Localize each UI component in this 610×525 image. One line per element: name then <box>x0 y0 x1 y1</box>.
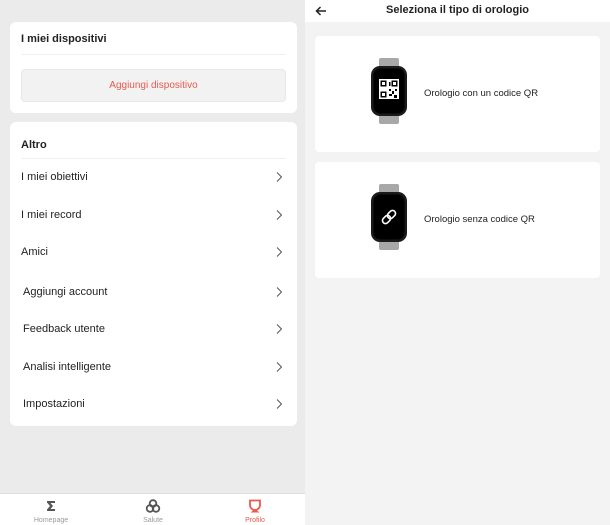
menu-item-goals[interactable]: I miei obiettivi <box>10 162 297 192</box>
tab-label: Profilo <box>245 517 265 524</box>
chevron-right-icon <box>276 210 283 220</box>
other-title: Altro <box>21 139 47 151</box>
menu-item-friends[interactable]: Amici <box>10 237 297 267</box>
bottom-tab-bar: Homepage Salute Profilo <box>0 493 305 525</box>
divider <box>21 158 286 159</box>
header: Seleziona il tipo di orologio <box>305 0 610 22</box>
menu-item-label: Feedback utente <box>23 323 105 335</box>
qr-code-icon <box>371 58 407 124</box>
page-title: Seleziona il tipo di orologio <box>386 4 529 16</box>
profile-icon <box>249 499 261 513</box>
watch-option-no-qr[interactable]: Orologio senza codice QR <box>315 162 600 278</box>
tab-profile[interactable]: Profilo <box>204 494 306 525</box>
menu-item-label: Aggiungi account <box>23 286 108 298</box>
tab-label: Homepage <box>33 517 69 524</box>
menu-item-feedback[interactable]: Feedback utente <box>10 314 297 344</box>
tab-label: Salute <box>143 517 163 524</box>
menu-item-records[interactable]: I miei record <box>10 200 297 230</box>
menu-item-label: Impostazioni <box>23 398 85 410</box>
add-device-button[interactable]: Aggiungi dispositivo <box>21 69 286 102</box>
chevron-right-icon <box>276 399 283 409</box>
chevron-right-icon <box>276 324 283 334</box>
health-icon <box>145 499 161 513</box>
menu-item-smart-analysis[interactable]: Analisi intelligente <box>10 352 297 382</box>
watch-option-label: Orologio senza codice QR <box>424 214 535 225</box>
chevron-right-icon <box>276 247 283 257</box>
watch-option-qr[interactable]: Orologio con un codice QR <box>315 36 600 152</box>
tab-health[interactable]: Salute <box>102 494 204 525</box>
menu-item-label: Amici <box>21 246 48 258</box>
chevron-right-icon <box>276 362 283 372</box>
link-icon <box>371 184 407 250</box>
menu-item-add-account[interactable]: Aggiungi account <box>10 277 297 307</box>
other-card: Altro I miei obiettivi I miei record Ami… <box>10 122 297 426</box>
my-devices-title: I miei dispositivi <box>21 33 107 45</box>
chevron-right-icon <box>276 287 283 297</box>
watch-option-label: Orologio con un codice QR <box>424 88 539 99</box>
menu-item-label: I miei record <box>21 209 82 221</box>
tab-homepage[interactable]: Homepage <box>0 494 102 525</box>
menu-item-label: I miei obiettivi <box>21 171 88 183</box>
menu-item-settings[interactable]: Impostazioni <box>10 389 297 419</box>
profile-screen: I miei dispositivi Aggiungi dispositivo … <box>0 0 305 525</box>
divider <box>21 54 286 55</box>
menu-item-label: Analisi intelligente <box>23 361 112 373</box>
sigma-icon <box>47 501 55 511</box>
watch-type-screen: Seleziona il tipo di orologio Orologio c… <box>305 0 610 525</box>
my-devices-card: I miei dispositivi Aggiungi dispositivo <box>10 22 297 113</box>
chevron-right-icon <box>276 172 283 182</box>
